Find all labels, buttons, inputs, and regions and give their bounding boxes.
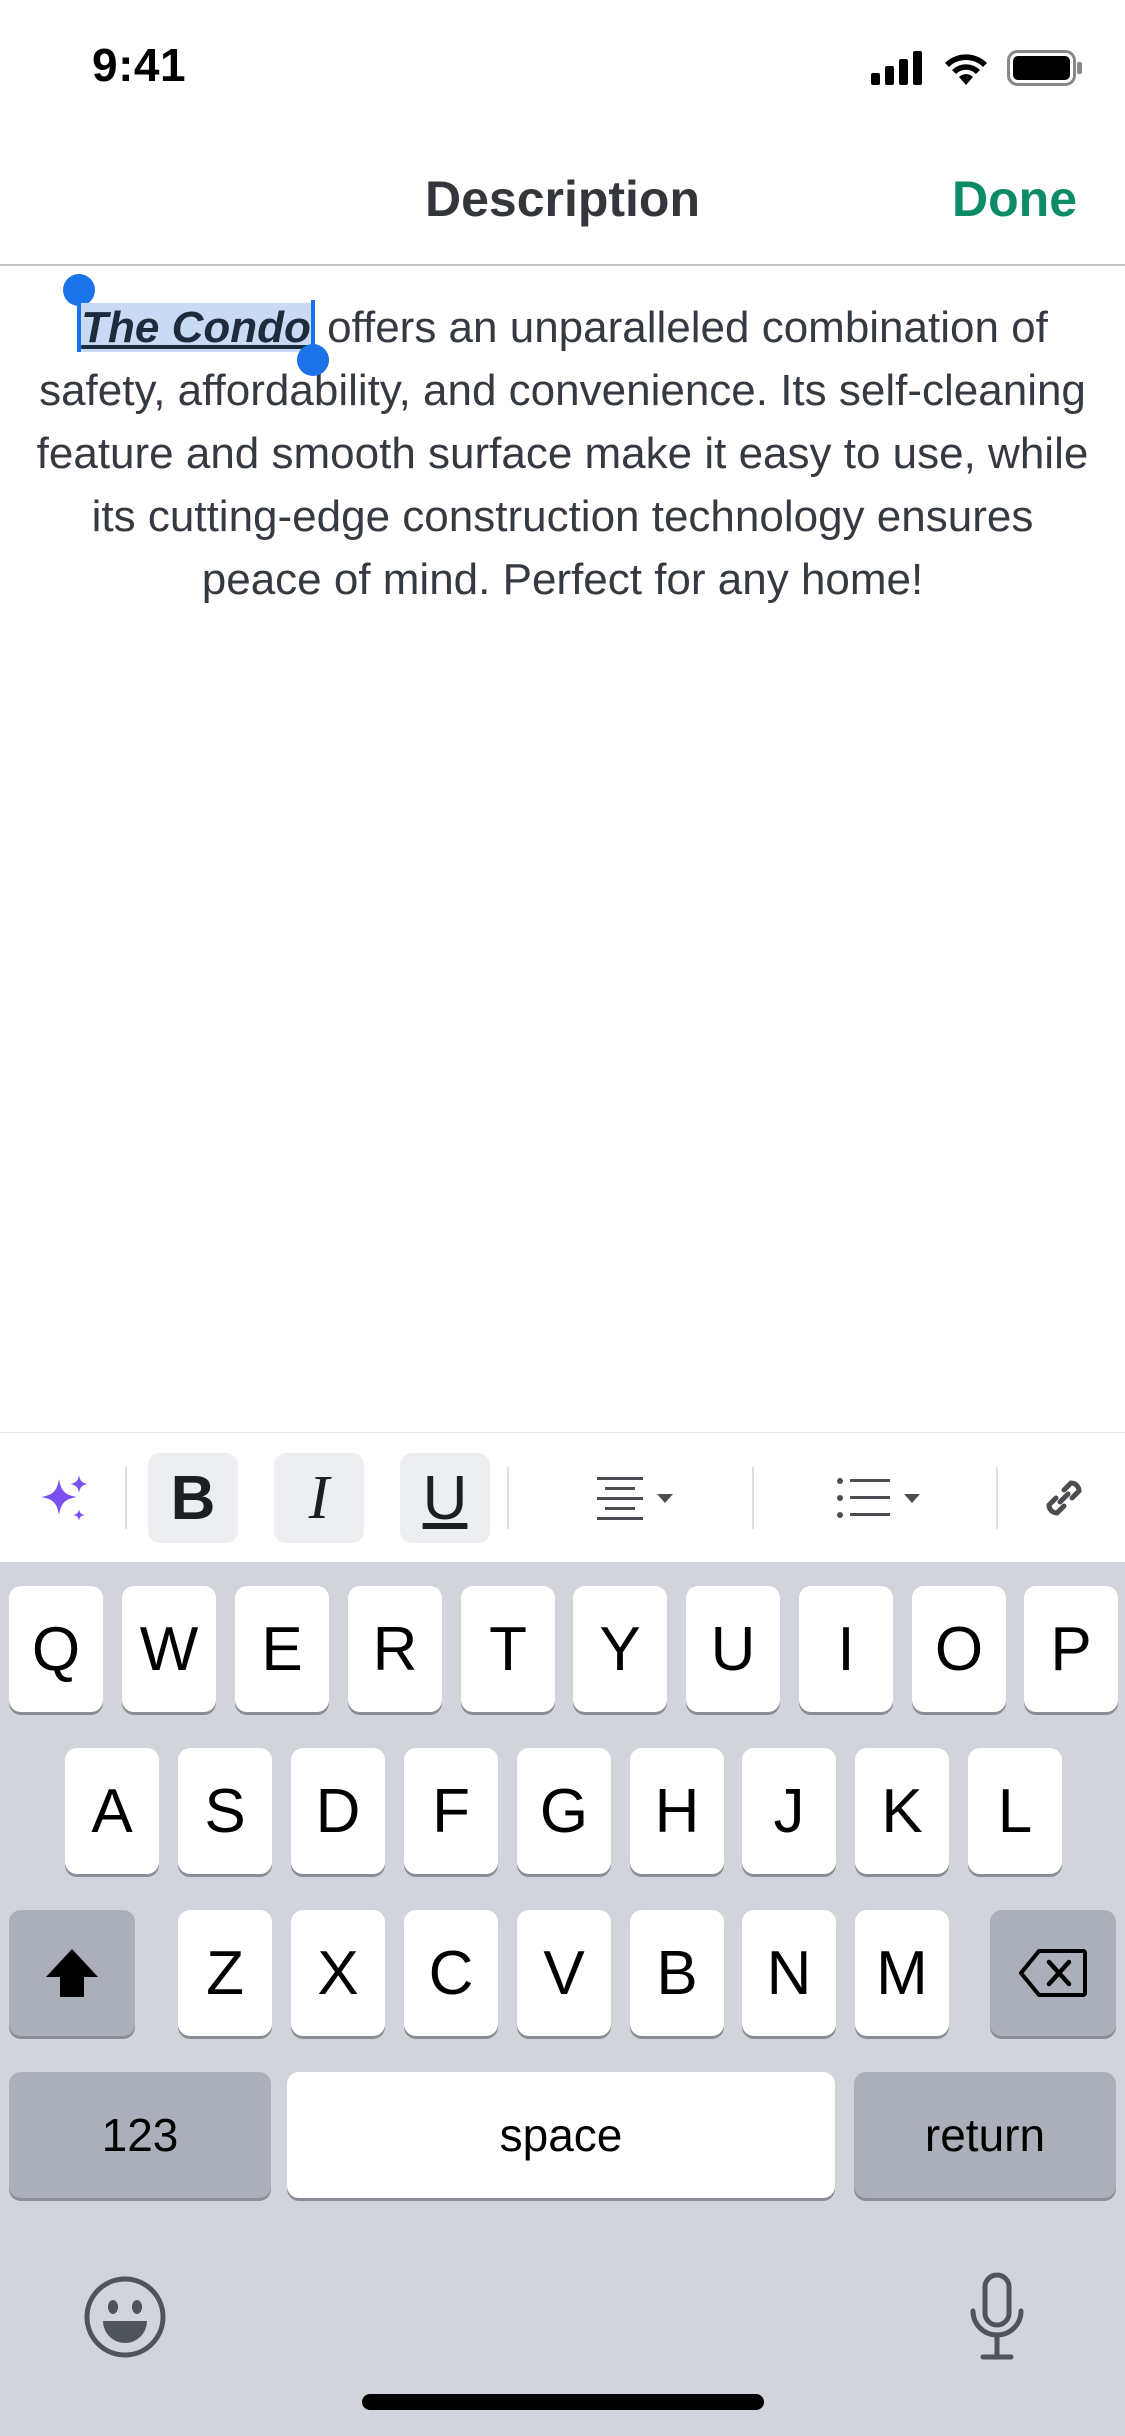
align-center-icon bbox=[597, 1477, 643, 1520]
key-m[interactable]: M bbox=[855, 1910, 949, 2036]
battery-icon bbox=[1007, 50, 1082, 86]
microphone-icon bbox=[970, 2272, 1024, 2360]
italic-label: I bbox=[308, 1463, 330, 1532]
selection-end-knob[interactable] bbox=[296, 344, 329, 376]
home-indicator[interactable] bbox=[362, 2394, 764, 2410]
keyboard: Q W E R T Y U I O P A S D F G H J K L Z … bbox=[0, 1562, 1125, 2436]
cellular-signal-icon bbox=[871, 51, 922, 85]
italic-button[interactable]: I bbox=[274, 1453, 364, 1543]
key-x[interactable]: X bbox=[291, 1910, 385, 2036]
backspace-icon bbox=[1019, 1949, 1087, 1997]
description-editor[interactable]: The Condo offers an unparalleled combina… bbox=[30, 274, 1095, 611]
list-dropdown[interactable] bbox=[824, 1453, 944, 1543]
key-l[interactable]: L bbox=[968, 1748, 1062, 1874]
key-f[interactable]: F bbox=[404, 1748, 498, 1874]
key-y[interactable]: Y bbox=[573, 1586, 667, 1712]
key-p[interactable]: P bbox=[1024, 1586, 1118, 1712]
key-i[interactable]: I bbox=[799, 1586, 893, 1712]
delete-key[interactable] bbox=[990, 1910, 1116, 2036]
emoji-icon bbox=[84, 2276, 166, 2358]
link-button[interactable] bbox=[1024, 1453, 1104, 1543]
chevron-down-icon bbox=[657, 1494, 673, 1503]
sparkles-icon bbox=[41, 1475, 88, 1521]
key-g[interactable]: G bbox=[517, 1748, 611, 1874]
numbers-key[interactable]: 123 bbox=[9, 2072, 271, 2198]
shift-icon bbox=[46, 1949, 98, 1997]
return-key[interactable]: return bbox=[854, 2072, 1116, 2198]
toolbar-divider bbox=[125, 1467, 127, 1529]
emoji-button[interactable] bbox=[80, 2272, 170, 2362]
bold-button[interactable]: B bbox=[148, 1453, 238, 1543]
dictation-button[interactable] bbox=[952, 2267, 1042, 2367]
underline-button[interactable]: U bbox=[400, 1453, 490, 1543]
underline-label: U bbox=[422, 1463, 468, 1533]
nav-bar: Description Done bbox=[0, 140, 1125, 266]
selection-end-handle[interactable] bbox=[296, 300, 329, 376]
bold-label: B bbox=[170, 1463, 216, 1533]
formatting-toolbar: B I U bbox=[0, 1432, 1125, 1562]
key-r[interactable]: R bbox=[348, 1586, 442, 1712]
key-d[interactable]: D bbox=[291, 1748, 385, 1874]
status-time: 9:41 bbox=[92, 39, 187, 91]
status-icons bbox=[871, 50, 1083, 86]
key-a[interactable]: A bbox=[65, 1748, 159, 1874]
key-h[interactable]: H bbox=[630, 1748, 724, 1874]
ai-assist-button[interactable] bbox=[24, 1453, 104, 1543]
space-key[interactable]: space bbox=[287, 2072, 835, 2198]
shift-key[interactable] bbox=[9, 1910, 135, 2036]
toolbar-divider bbox=[752, 1467, 754, 1529]
wifi-icon bbox=[945, 54, 987, 85]
bulleted-list-icon bbox=[837, 1478, 890, 1518]
status-bar: 9:41 bbox=[0, 0, 1125, 140]
selected-text[interactable]: The Condo bbox=[81, 303, 311, 352]
toolbar-divider bbox=[996, 1467, 998, 1529]
key-q[interactable]: Q bbox=[9, 1586, 103, 1712]
link-icon bbox=[1046, 1480, 1082, 1516]
key-t[interactable]: T bbox=[461, 1586, 555, 1712]
key-z[interactable]: Z bbox=[178, 1910, 272, 2036]
alignment-dropdown[interactable] bbox=[580, 1453, 700, 1543]
key-v[interactable]: V bbox=[517, 1910, 611, 2036]
key-o[interactable]: O bbox=[912, 1586, 1006, 1712]
key-e[interactable]: E bbox=[235, 1586, 329, 1712]
key-w[interactable]: W bbox=[122, 1586, 216, 1712]
key-b[interactable]: B bbox=[630, 1910, 724, 2036]
key-k[interactable]: K bbox=[855, 1748, 949, 1874]
key-j[interactable]: J bbox=[742, 1748, 836, 1874]
key-s[interactable]: S bbox=[178, 1748, 272, 1874]
key-n[interactable]: N bbox=[742, 1910, 836, 2036]
key-c[interactable]: C bbox=[404, 1910, 498, 2036]
toolbar-divider bbox=[507, 1467, 509, 1529]
selection-start-knob[interactable] bbox=[63, 274, 96, 306]
key-u[interactable]: U bbox=[686, 1586, 780, 1712]
chevron-down-icon bbox=[904, 1494, 920, 1503]
done-button[interactable]: Done bbox=[952, 170, 1077, 228]
